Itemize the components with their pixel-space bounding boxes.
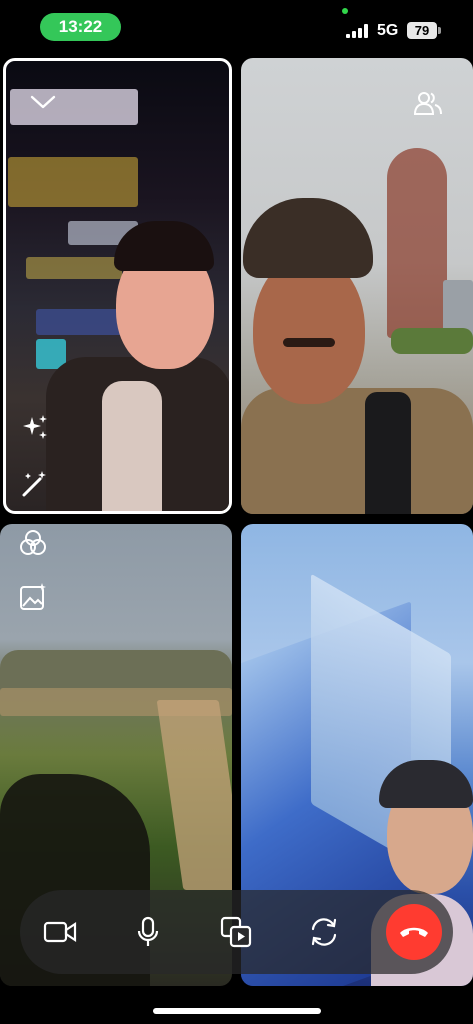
time-pill[interactable]: 13:22: [40, 13, 121, 41]
share-media-icon: [220, 916, 252, 948]
video-camera-icon: [43, 921, 77, 943]
battery-cap: [438, 27, 441, 34]
end-call-button[interactable]: [386, 904, 442, 960]
share-media-button[interactable]: [214, 910, 258, 954]
network-type: 5G: [377, 22, 399, 39]
image-sparkle-icon[interactable]: [16, 580, 50, 614]
video-toggle-button[interactable]: [38, 910, 82, 954]
neon-sign: [8, 157, 138, 207]
signal-icon: [346, 24, 368, 38]
people-icon[interactable]: [411, 86, 445, 120]
cap: [243, 198, 373, 278]
sparkles-icon[interactable]: [18, 411, 52, 445]
end-call-icon: [400, 927, 428, 937]
flip-camera-button[interactable]: [302, 910, 346, 954]
battery-level: 79: [407, 22, 437, 39]
flip-camera-icon: [311, 918, 337, 946]
chevron-down-icon[interactable]: [26, 85, 60, 119]
mustache: [283, 338, 335, 347]
video-tile-participant-2[interactable]: [241, 58, 473, 514]
mute-button[interactable]: [126, 910, 170, 954]
video-tile-participant-1[interactable]: [3, 58, 232, 514]
magic-wand-icon[interactable]: [18, 467, 52, 501]
overlapping-circles-icon[interactable]: [16, 526, 50, 560]
stone-edge: [156, 700, 232, 890]
person-torso: [241, 388, 473, 514]
call-control-bar: [20, 890, 453, 974]
sculpture: [387, 148, 447, 338]
home-indicator[interactable]: [153, 1008, 321, 1014]
tree-line: [0, 650, 232, 690]
shirt: [102, 381, 162, 511]
status-bar: 13:22 5G 79: [0, 0, 473, 56]
backpack-strap: [365, 392, 411, 514]
camera-in-use-indicator: [342, 8, 348, 14]
microphone-icon: [137, 916, 159, 946]
neon-sign: [26, 257, 122, 279]
trees: [391, 328, 473, 354]
